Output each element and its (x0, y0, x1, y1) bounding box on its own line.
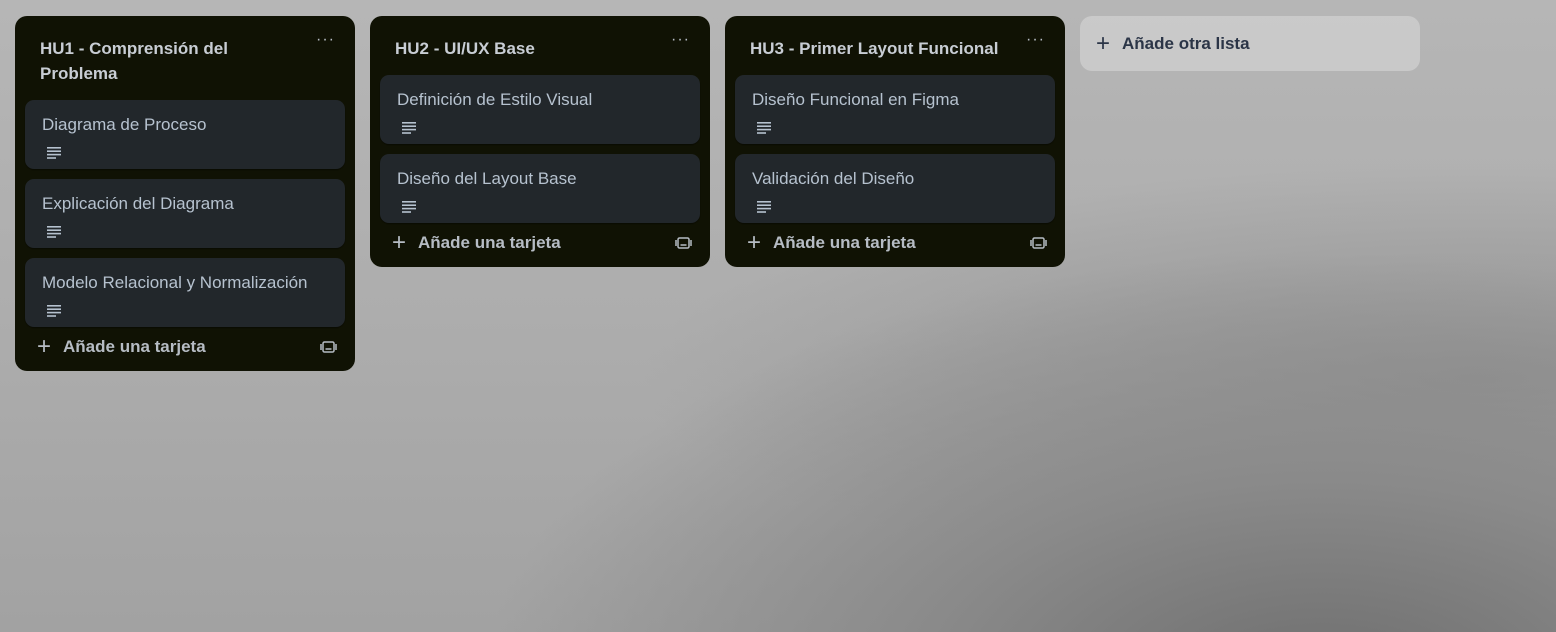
ellipsis-icon[interactable]: ··· (312, 32, 339, 48)
card[interactable]: Definición de Estilo Visual (380, 75, 700, 144)
description-icon (757, 201, 771, 213)
list-hu3: HU3 - Primer Layout Funcional ··· Diseño… (725, 16, 1065, 267)
list-title[interactable]: HU1 - Comprensión del Problema (40, 36, 290, 86)
add-card-button[interactable]: + Añade una tarjeta (37, 333, 206, 360)
list-footer: + Añade una tarjeta (370, 223, 710, 261)
card[interactable]: Explicación del Diagrama (25, 179, 345, 248)
card-title: Validación del Diseño (752, 169, 915, 188)
card[interactable]: Validación del Diseño (735, 154, 1055, 223)
list-header: HU1 - Comprensión del Problema ··· (15, 16, 355, 100)
card-title: Explicación del Diagrama (42, 194, 234, 213)
description-icon (757, 122, 771, 134)
list-title[interactable]: HU3 - Primer Layout Funcional (750, 36, 998, 61)
plus-icon: + (747, 229, 762, 256)
description-icon (402, 201, 416, 213)
card-container: Definición de Estilo Visual Diseño del L… (370, 75, 710, 223)
list-footer: + Añade una tarjeta (15, 327, 355, 365)
plus-icon: + (1096, 29, 1111, 57)
add-list-button[interactable]: + Añade otra lista (1080, 16, 1420, 71)
add-card-button[interactable]: + Añade una tarjeta (747, 229, 916, 256)
card-title: Modelo Relacional y Normalización (42, 273, 308, 292)
list-footer: + Añade una tarjeta (725, 223, 1065, 261)
card-container: Diagrama de Proceso Explicación del Diag… (15, 100, 355, 327)
add-list-label: Añade otra lista (1122, 33, 1250, 53)
card[interactable]: Diseño del Layout Base (380, 154, 700, 223)
ellipsis-icon[interactable]: ··· (1022, 32, 1049, 48)
plus-icon: + (37, 333, 52, 360)
board-canvas: HU1 - Comprensión del Problema ··· Diagr… (15, 16, 1420, 371)
list-header: HU2 - UI/UX Base ··· (370, 16, 710, 75)
plus-icon: + (392, 229, 407, 256)
card[interactable]: Diagrama de Proceso (25, 100, 345, 169)
card[interactable]: Modelo Relacional y Normalización (25, 258, 345, 327)
card[interactable]: Diseño Funcional en Figma (735, 75, 1055, 144)
card-template-icon[interactable] (675, 235, 692, 251)
card-title: Diseño Funcional en Figma (752, 90, 959, 109)
card-title: Diseño del Layout Base (397, 169, 577, 188)
add-card-label: Añade una tarjeta (773, 233, 916, 252)
card-title: Diagrama de Proceso (42, 115, 207, 134)
card-template-icon[interactable] (320, 339, 337, 355)
list-header: HU3 - Primer Layout Funcional ··· (725, 16, 1065, 75)
description-icon (47, 305, 61, 317)
list-hu2: HU2 - UI/UX Base ··· Definición de Estil… (370, 16, 710, 267)
list-hu1: HU1 - Comprensión del Problema ··· Diagr… (15, 16, 355, 371)
add-card-label: Añade una tarjeta (63, 337, 206, 356)
description-icon (47, 226, 61, 238)
add-card-label: Añade una tarjeta (418, 233, 561, 252)
list-title[interactable]: HU2 - UI/UX Base (395, 36, 535, 61)
ellipsis-icon[interactable]: ··· (667, 32, 694, 48)
card-container: Diseño Funcional en Figma Validación del… (725, 75, 1065, 223)
description-icon (402, 122, 416, 134)
card-template-icon[interactable] (1030, 235, 1047, 251)
description-icon (47, 147, 61, 159)
card-title: Definición de Estilo Visual (397, 90, 593, 109)
add-card-button[interactable]: + Añade una tarjeta (392, 229, 561, 256)
